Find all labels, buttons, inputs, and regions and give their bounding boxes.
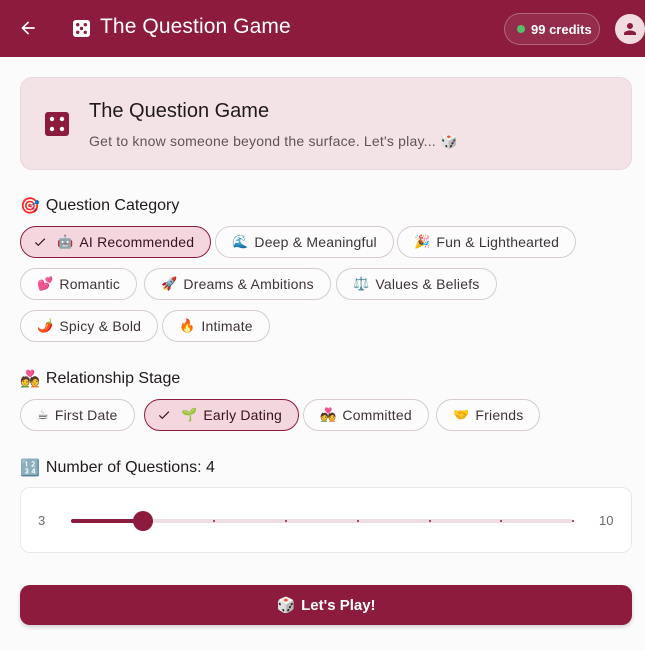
coffee-icon: ☕ bbox=[37, 407, 49, 423]
party-icon: 🎉 bbox=[414, 234, 431, 250]
slider-tick bbox=[285, 520, 288, 522]
back-button[interactable] bbox=[14, 14, 42, 42]
hero-card: The Question Game Get to know someone be… bbox=[20, 77, 632, 170]
slider-tick bbox=[500, 520, 503, 522]
seedling-icon: 🌱 bbox=[181, 407, 198, 423]
chip-committed[interactable]: 💑 Committed bbox=[303, 399, 429, 431]
numbers-icon: 🔢 bbox=[20, 458, 40, 477]
questions-slider-card: 3 10 bbox=[20, 487, 632, 553]
chip-dreams-ambitions[interactable]: 🚀 Dreams & Ambitions bbox=[144, 268, 331, 300]
check-icon bbox=[158, 411, 170, 420]
credits-badge[interactable]: 99 credits bbox=[504, 13, 600, 45]
credits-label: 99 credits bbox=[531, 21, 592, 37]
hero-title: The Question Game bbox=[89, 100, 270, 122]
avatar-button[interactable] bbox=[615, 14, 645, 44]
dice-icon bbox=[73, 20, 90, 37]
slider-max-label: 10 bbox=[599, 513, 614, 528]
chip-intimate[interactable]: 🔥 Intimate bbox=[162, 310, 270, 342]
dice-icon: 🎲 bbox=[276, 596, 296, 614]
check-icon bbox=[34, 238, 46, 247]
slider-tick bbox=[356, 520, 359, 522]
wave-icon: 🌊 bbox=[232, 234, 249, 250]
slider-min-label: 3 bbox=[38, 513, 46, 528]
hero-subtitle: Get to know someone beyond the surface. … bbox=[89, 133, 458, 149]
pepper-icon: 🌶️ bbox=[37, 318, 54, 334]
robot-icon: 🤖 bbox=[57, 234, 74, 250]
handshake-icon: 🤝 bbox=[453, 407, 470, 423]
scales-icon: ⚖️ bbox=[353, 276, 370, 292]
person-icon bbox=[624, 23, 636, 35]
category-section-title: 🎯 Question Category bbox=[20, 196, 180, 215]
dice-icon bbox=[45, 112, 69, 136]
main-content: The Question Game Get to know someone be… bbox=[0, 57, 645, 650]
slider-tick bbox=[213, 520, 216, 522]
questions-slider-fill bbox=[71, 519, 143, 523]
chip-first-date[interactable]: ☕ First Date bbox=[20, 399, 135, 431]
slider-tick bbox=[428, 520, 431, 522]
questions-slider-track[interactable] bbox=[71, 511, 574, 531]
fire-icon: 🔥 bbox=[179, 318, 196, 334]
chip-spicy-bold[interactable]: 🌶️ Spicy & Bold bbox=[20, 310, 159, 342]
chip-ai-recommended[interactable]: 🤖 AI Recommended bbox=[20, 226, 212, 258]
chip-deep-meaningful[interactable]: 🌊 Deep & Meaningful bbox=[215, 226, 394, 258]
target-icon: 🎯 bbox=[20, 196, 40, 215]
couple-icon: 💑 bbox=[320, 407, 337, 423]
slider-tick bbox=[572, 520, 574, 522]
questions-slider-thumb[interactable] bbox=[132, 511, 153, 531]
couple-icon: 💑 bbox=[20, 369, 40, 388]
rocket-icon: 🚀 bbox=[161, 276, 178, 292]
lets-play-button[interactable]: 🎲 Let's Play! bbox=[20, 585, 632, 625]
chip-friends[interactable]: 🤝 Friends bbox=[436, 399, 541, 431]
chip-romantic[interactable]: 💕 Romantic bbox=[20, 268, 138, 300]
chip-early-dating[interactable]: 🌱 Early Dating bbox=[144, 399, 300, 431]
questions-section-title: 🔢 Number of Questions: 4 bbox=[20, 458, 215, 477]
status-dot-icon bbox=[517, 25, 525, 33]
arrow-left-icon bbox=[21, 21, 35, 35]
chip-values-beliefs[interactable]: ⚖️ Values & Beliefs bbox=[336, 268, 497, 300]
app-title: The Question Game bbox=[100, 15, 291, 38]
app-bar: The Question Game 99 credits bbox=[0, 0, 645, 57]
hearts-icon: 💕 bbox=[37, 276, 54, 292]
stage-section-title: 💑 Relationship Stage bbox=[20, 369, 181, 388]
chip-fun-lighthearted[interactable]: 🎉 Fun & Lighthearted bbox=[397, 226, 577, 258]
